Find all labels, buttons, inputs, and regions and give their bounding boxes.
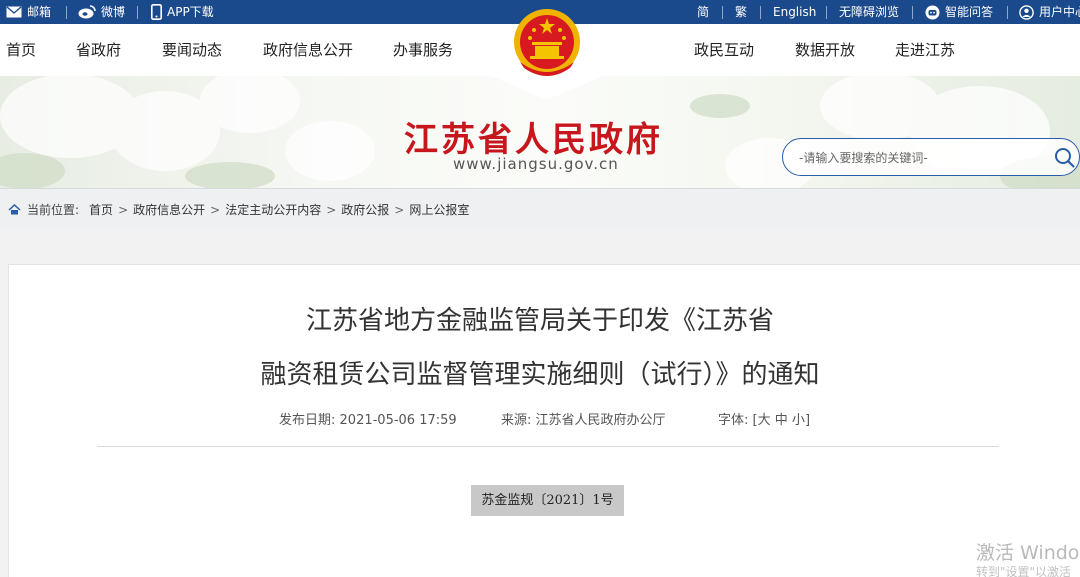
publish-date-label: 发布日期: [279,413,336,428]
weibo-icon [78,5,96,19]
nav-about-jiangsu[interactable]: 走进江苏 [895,24,955,76]
search-icon[interactable] [1053,146,1077,170]
nav-open-data[interactable]: 数据开放 [795,24,855,76]
source-value: 江苏省人民政府办公厅 [535,413,666,428]
mail-label: 邮箱 [27,5,52,19]
article-title-line2: 融资租赁公司监督管理实施细则（试行）》的通知 [260,360,820,390]
mail-icon [6,6,22,18]
breadcrumb-statutory-content[interactable]: 法定主动公开内容 [225,201,321,218]
nav-news[interactable]: 要闻动态 [162,24,222,76]
breadcrumb-separator: > [394,202,405,217]
phone-icon [151,4,162,20]
source-label: 来源: [501,413,532,428]
breadcrumb-government-info[interactable]: 政府信息公开 [133,201,205,218]
breadcrumb-separator: > [326,202,337,217]
breadcrumb-label: 当前位置: [27,203,80,217]
activation-watermark: 激活 Windows [976,542,1080,564]
search-input[interactable]: -请输入要搜索的关键词- [799,149,928,166]
robot-icon [925,5,940,19]
accessibility-label: 无障碍浏览 [839,5,900,19]
breadcrumb-home[interactable]: 首页 [89,201,113,218]
breadcrumb-separator: > [210,202,221,217]
font-size-control: 字体: [大 中 小] [718,409,810,428]
weibo-link[interactable]: 微博 [78,0,125,24]
article-source: 来源: 江苏省人民政府办公厅 [501,409,666,428]
app-download-label: APP下载 [167,5,214,19]
app-download-link[interactable]: APP下载 [151,0,214,24]
smart-qa-label: 智能问答 [945,5,994,19]
user-center-label: 用户中心 [1039,5,1080,19]
nav-public-interaction[interactable]: 政民互动 [694,24,754,76]
accessibility-link[interactable]: 无障碍浏览 [839,0,899,24]
home-icon [8,204,21,215]
breadcrumb-gazette[interactable]: 政府公报 [341,201,389,218]
document-number: 苏金监规〔2021〕1号 [471,485,624,516]
nav-government-info[interactable]: 政府信息公开 [263,24,353,76]
breadcrumb-online-gazette[interactable]: 网上公报室 [409,201,469,218]
font-size-label: 字体: [718,413,749,428]
font-size-bracket-close: ] [804,413,811,428]
activation-watermark-hint: 转到"设置"以激活 [976,565,1072,577]
publish-date: 发布日期: 2021-05-06 17:59 [279,409,457,428]
breadcrumb: 当前位置: 首页 > 政府信息公开 > 法定主动公开内容 > 政府公报 > 网上… [0,188,1080,228]
traditional-chinese-link[interactable]: 繁 [735,0,747,24]
site-url: www.jiangsu.gov.cn [453,155,619,173]
smart-qa-link[interactable]: 智能问答 [925,0,993,24]
simplified-label: 简 [697,5,710,19]
english-label: English [773,5,817,19]
font-size-large[interactable]: 大 [758,413,771,428]
user-center-link[interactable]: 用户中心 [1019,0,1080,24]
national-emblem-icon[interactable] [510,6,584,82]
article-title-line1: 江苏省地方金融监管局关于印发《江苏省 [305,306,774,336]
search-box[interactable]: -请输入要搜索的关键词- [782,138,1080,176]
meta-divider [97,446,999,447]
traditional-label: 繁 [735,5,748,19]
font-size-small[interactable]: 小 [792,413,805,428]
english-link[interactable]: English [773,0,816,24]
weibo-label: 微博 [101,5,126,19]
nav-services[interactable]: 办事服务 [393,24,453,76]
mail-link[interactable]: 邮箱 [6,0,51,24]
site-title[interactable]: 江苏省人民政府 [404,112,663,161]
publish-date-value: 2021-05-06 17:59 [339,413,457,428]
nav-home[interactable]: 首页 [6,24,36,76]
user-icon [1019,4,1034,20]
simplified-chinese-link[interactable]: 简 [697,0,709,24]
nav-provincial-government[interactable]: 省政府 [76,24,121,76]
breadcrumb-separator: > [118,202,129,217]
font-size-medium[interactable]: 中 [775,413,788,428]
